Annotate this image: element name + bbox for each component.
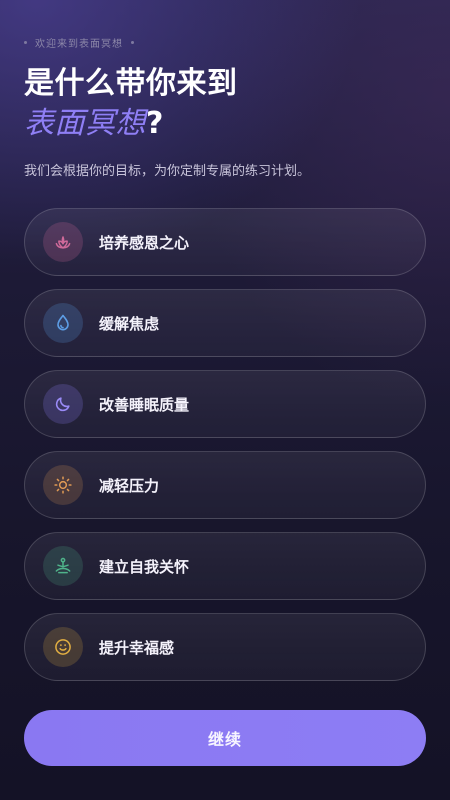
title-line-1: 是什么带你来到 (24, 66, 238, 101)
option-happiness[interactable]: 提升幸福感 (24, 613, 426, 681)
option-label: 减轻压力 (99, 476, 160, 495)
lotus-icon (43, 222, 83, 262)
option-anxiety[interactable]: 缓解焦虑 (24, 289, 426, 357)
option-gratitude[interactable]: 培养感恩之心 (24, 208, 426, 276)
eyebrow-dot-right (131, 41, 134, 44)
water-drop-icon (43, 303, 83, 343)
option-label: 培养感恩之心 (99, 233, 190, 252)
eyebrow-text: 欢迎来到表面冥想 (35, 39, 123, 50)
option-sleep[interactable]: 改善睡眠质量 (24, 370, 426, 438)
option-label: 缓解焦虑 (99, 314, 160, 333)
goal-options-list: 培养感恩之心 缓解焦虑 改善睡眠质量 减轻压力 建立自我关怀 提升幸福感 (24, 208, 426, 694)
page-subtitle: 我们会根据你的目标，为你定制专属的练习计划。 (24, 164, 311, 179)
meditation-icon (43, 546, 83, 586)
welcome-eyebrow: 欢迎来到表面冥想 (24, 35, 134, 50)
eyebrow-dot-left (24, 41, 27, 44)
moon-icon (43, 384, 83, 424)
title-question-mark: ? (146, 106, 164, 141)
option-stress[interactable]: 减轻压力 (24, 451, 426, 519)
option-label: 提升幸福感 (99, 638, 175, 657)
smile-icon (43, 627, 83, 667)
page-title: 是什么带你来到 表面冥想? (24, 64, 238, 144)
title-line-2: 表面冥想? (24, 104, 238, 144)
option-label: 建立自我关怀 (99, 557, 190, 576)
sun-icon (43, 465, 83, 505)
option-label: 改善睡眠质量 (99, 395, 190, 414)
continue-button[interactable]: 继续 (24, 710, 426, 766)
option-self-care[interactable]: 建立自我关怀 (24, 532, 426, 600)
title-accent: 表面冥想 (24, 106, 146, 141)
